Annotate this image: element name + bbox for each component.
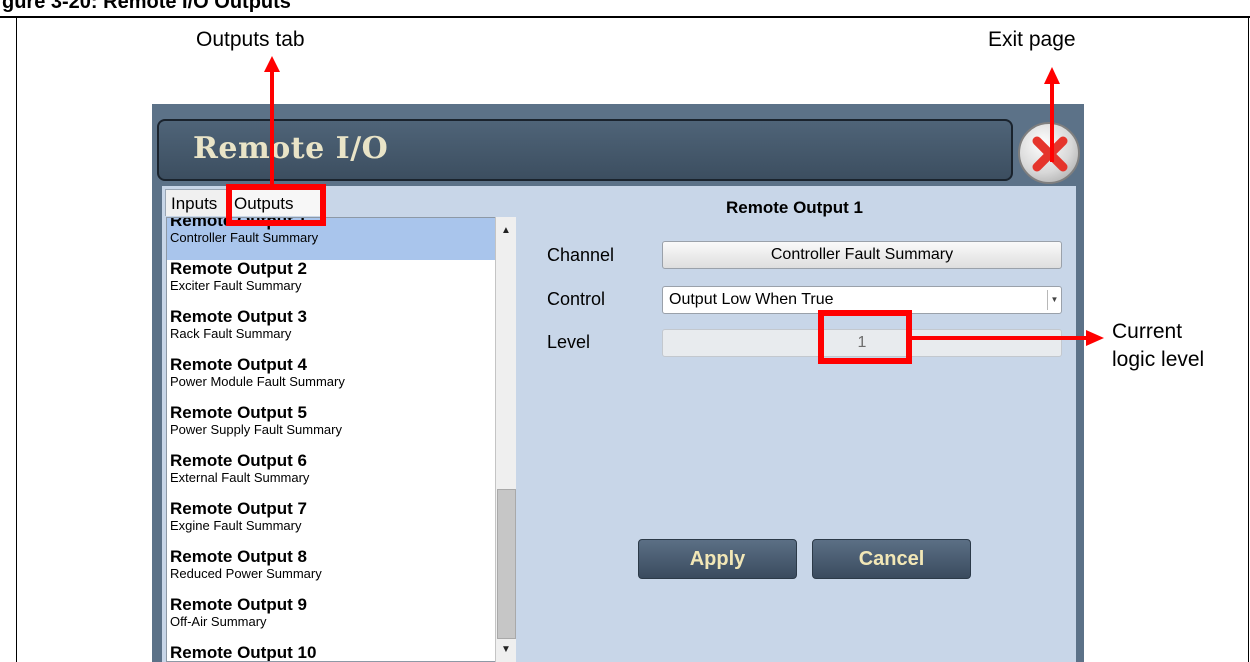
outputs-tab-callout: Outputs tab — [196, 28, 305, 51]
list-item-title: Remote Output 7 — [170, 499, 307, 518]
callout-line-2: logic level — [1112, 348, 1205, 371]
tab-inputs[interactable]: Inputs — [165, 189, 227, 216]
scrollbar-thumb[interactable] — [497, 489, 516, 639]
list-item-title: Remote Output 1 — [170, 217, 307, 230]
list-scrollbar[interactable]: ▲ ▼ — [495, 217, 516, 662]
list-item-title: Remote Output 9 — [170, 595, 307, 614]
list-item[interactable]: Remote Output 6 External Fault Summary — [167, 452, 495, 500]
exit-arrow-head-icon — [1044, 67, 1060, 84]
level-arrow-head-icon — [1086, 330, 1104, 346]
cancel-button[interactable]: Cancel — [812, 539, 971, 579]
channel-button[interactable]: Controller Fault Summary — [662, 241, 1062, 269]
list-item-subtitle: Rack Fault Summary — [170, 326, 292, 341]
outputs-tab-arrow-head-icon — [264, 56, 280, 72]
list-item-title: Remote Output 5 — [170, 403, 307, 422]
scroll-down-arrow-icon[interactable]: ▼ — [496, 640, 516, 660]
apply-button[interactable]: Apply — [638, 539, 797, 579]
channel-label: Channel — [547, 245, 615, 265]
list-item-subtitle: Off-Air Summary — [170, 614, 267, 629]
list-item-subtitle: Reduced Power Summary — [170, 566, 322, 581]
close-icon — [1032, 136, 1068, 172]
outputs-list: Remote Output 1 Controller Fault Summary… — [166, 217, 496, 662]
list-item[interactable]: Remote Output 7 Exgine Fault Summary — [167, 500, 495, 548]
exit-button[interactable] — [1018, 122, 1080, 184]
caption-rule — [0, 16, 1250, 18]
list-item[interactable]: Remote Output 10 — [167, 644, 495, 662]
level-label: Level — [547, 332, 591, 352]
control-select-value: Output Low When True — [669, 291, 834, 308]
chevron-down-icon: ▼ — [1047, 290, 1061, 310]
content-panel: Inputs Outputs Remote Output 1 Controlle… — [162, 186, 1076, 662]
list-item[interactable]: Remote Output 5 Power Supply Fault Summa… — [167, 404, 495, 452]
callout-line-1: Current — [1112, 320, 1183, 343]
control-label: Control — [547, 289, 606, 309]
level-highlight — [818, 310, 912, 364]
list-item-subtitle: Power Module Fault Summary — [170, 374, 345, 389]
title-bar: Remote I/O — [157, 119, 1013, 181]
list-item[interactable]: Remote Output 9 Off-Air Summary — [167, 596, 495, 644]
list-item-subtitle: Controller Fault Summary — [170, 230, 319, 245]
current-logic-level-callout: Current logic level — [1112, 318, 1204, 374]
list-item-title: Remote Output 4 — [170, 355, 307, 374]
list-item-subtitle: External Fault Summary — [170, 470, 310, 485]
figure-caption: gure 3-20: Remote I/O Outputs — [0, 0, 1250, 16]
scroll-up-arrow-icon[interactable]: ▲ — [496, 221, 516, 241]
figure-caption-text: gure 3-20: Remote I/O Outputs — [2, 0, 291, 13]
list-item-title: Remote Output 3 — [170, 307, 307, 326]
detail-title: Remote Output 1 — [726, 198, 863, 217]
page-title: Remote I/O — [193, 131, 389, 166]
exit-page-callout: Exit page — [988, 28, 1076, 51]
list-item[interactable]: Remote Output 8 Reduced Power Summary — [167, 548, 495, 596]
list-item-title: Remote Output 6 — [170, 451, 307, 470]
list-item[interactable]: Remote Output 1 Controller Fault Summary — [167, 217, 495, 260]
list-item-subtitle: Power Supply Fault Summary — [170, 422, 342, 437]
list-item-title: Remote Output 8 — [170, 547, 307, 566]
figure-frame-right — [1248, 16, 1249, 662]
list-item-title: Remote Output 10 — [170, 643, 317, 662]
list-item[interactable]: Remote Output 2 Exciter Fault Summary — [167, 260, 495, 308]
list-item-subtitle: Exgine Fault Summary — [170, 518, 302, 533]
list-item[interactable]: Remote Output 3 Rack Fault Summary — [167, 308, 495, 356]
figure-frame-left — [16, 16, 17, 662]
outputs-tab-highlight — [226, 184, 326, 226]
list-item[interactable]: Remote Output 4 Power Module Fault Summa… — [167, 356, 495, 404]
list-item-subtitle: Exciter Fault Summary — [170, 278, 302, 293]
list-item-title: Remote Output 2 — [170, 259, 307, 278]
